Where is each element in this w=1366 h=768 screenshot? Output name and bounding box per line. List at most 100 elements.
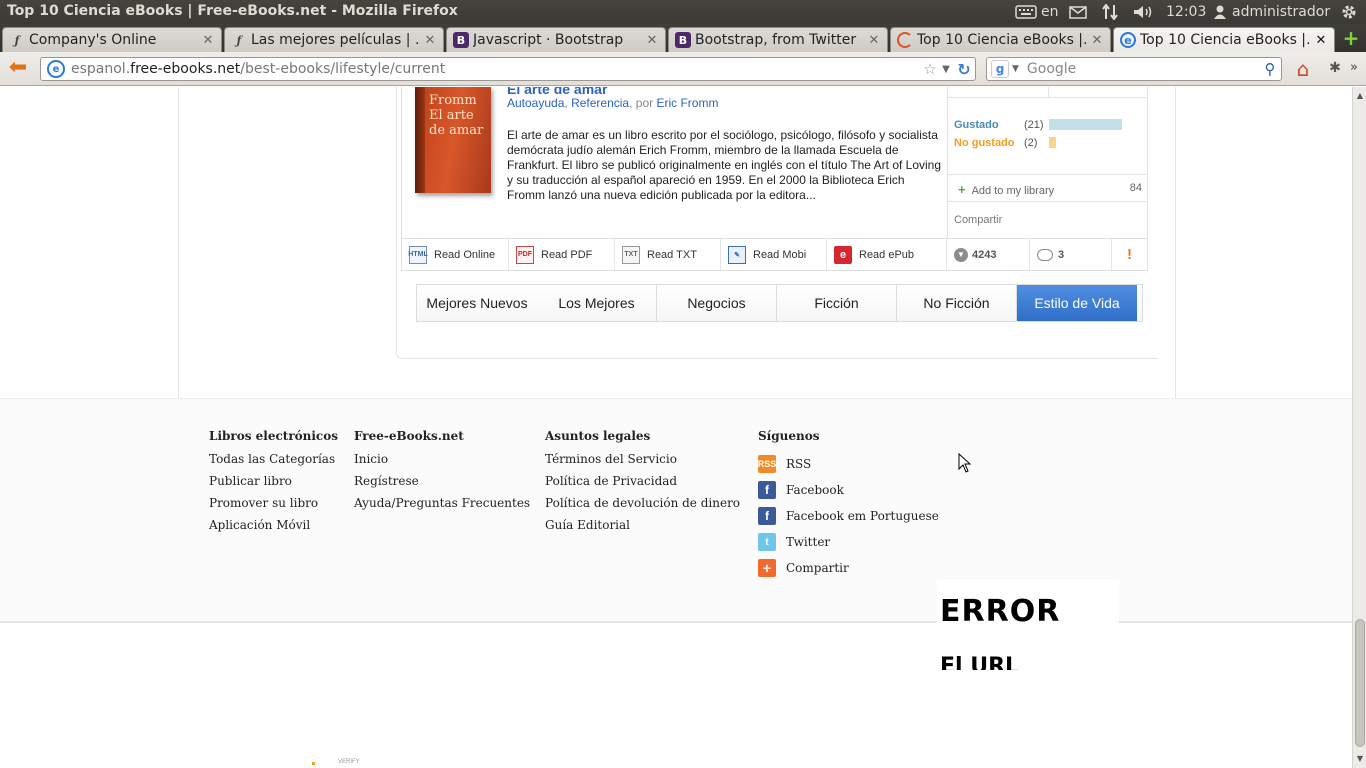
mouse-cursor-icon	[958, 453, 972, 473]
footer-heading: Asuntos legales	[545, 429, 651, 443]
google-icon[interactable]: g	[991, 60, 1009, 78]
scroll-down-arrow-icon[interactable]: ▼	[1353, 752, 1366, 766]
liked-vote[interactable]: Gustado (21)	[954, 119, 1122, 131]
disliked-bar	[1049, 137, 1056, 148]
bootstrap-icon: B	[675, 32, 691, 48]
vertical-scrollbar[interactable]: ▲ ▼	[1352, 87, 1366, 768]
tab-label: Bootstrap, from Twitter	[695, 32, 857, 48]
new-tab-plus-icon[interactable]: +	[1340, 28, 1362, 48]
error-overlay: ERROR El URL	[937, 580, 1119, 670]
footer-link[interactable]: Aplicación Móvil	[209, 517, 338, 539]
close-tab-icon[interactable]: ✕	[201, 33, 215, 48]
scroll-up-arrow-icon[interactable]: ▲	[1353, 89, 1366, 103]
footer-col-ebooks: Libros electrónicos Todas las Categorías…	[209, 429, 338, 539]
user-name[interactable]: administrador	[1232, 3, 1330, 21]
settings-gear-icon[interactable]	[1340, 3, 1358, 21]
browser-tab[interactable]: Top 10 Ciencia eBooks |… ✕	[890, 27, 1111, 52]
volume-icon[interactable]	[1132, 3, 1154, 21]
download-icon: ▼	[954, 247, 968, 262]
read-txt-button[interactable]: TXT Read TXT	[615, 239, 721, 270]
social-link-share[interactable]: + Compartir	[758, 555, 939, 581]
footer-link[interactable]: Política de Privacidad	[545, 473, 740, 495]
author-link[interactable]: Eric Fromm	[656, 96, 718, 110]
close-tab-icon[interactable]: ✕	[423, 33, 437, 48]
social-link-twitter[interactable]: t Twitter	[758, 529, 939, 555]
close-tab-icon[interactable]: ✕	[867, 33, 881, 48]
verify-seal[interactable]: VERIFY	[312, 759, 372, 768]
facebook-icon: f	[758, 481, 776, 499]
tab-mejores-nuevos[interactable]: Mejores Nuevos	[417, 285, 537, 321]
comments-stat[interactable]: 3	[1030, 239, 1112, 270]
close-tab-icon[interactable]: ✕	[645, 33, 659, 48]
report-button[interactable]: !	[1112, 239, 1147, 270]
search-input[interactable]: Google	[1027, 61, 1259, 77]
url-text[interactable]: espanol.free-ebooks.net/best-ebooks/life…	[71, 61, 921, 77]
browser-tab[interactable]: B Javascript · Bootstrap ✕	[446, 27, 666, 52]
social-link-facebook-pt[interactable]: f Facebook em Portuguese	[758, 503, 939, 529]
close-tab-icon[interactable]: ✕	[1314, 33, 1328, 48]
page-viewport: Fromm El arte de amar El arte de amar Au…	[0, 87, 1352, 768]
footer-link[interactable]: Regístrese	[354, 473, 530, 495]
tab-label: Javascript · Bootstrap	[473, 32, 624, 48]
social-link-facebook[interactable]: f Facebook	[758, 477, 939, 503]
bootstrap-icon: B	[453, 32, 469, 48]
overflow-chevron-icon[interactable]: »	[1350, 60, 1364, 75]
tab-los-mejores[interactable]: Los Mejores	[537, 285, 657, 321]
footer-col-site: Free-eBooks.net Inicio Regístrese Ayuda/…	[354, 429, 530, 517]
url-history-dropdown-icon[interactable]: ▼	[939, 64, 953, 75]
search-bar[interactable]: g ▼ Google ⚲	[986, 57, 1282, 81]
tab-label: Top 10 Ciencia eBooks |…	[917, 32, 1086, 48]
user-icon[interactable]	[1214, 3, 1226, 21]
read-pdf-button[interactable]: PDF Read PDF	[509, 239, 615, 270]
reload-icon[interactable]: ↻	[953, 60, 975, 79]
footer-link[interactable]: Política de devolución de dinero	[545, 495, 740, 517]
close-tab-icon[interactable]: ✕	[1090, 33, 1104, 48]
scrollbar-thumb[interactable]	[1355, 619, 1365, 747]
bookmark-star-icon[interactable]: ☆	[921, 60, 939, 78]
tab-label: Company's Online	[29, 32, 157, 48]
site-footer: Libros electrónicos Todas las Categorías…	[0, 398, 1352, 623]
read-mobi-label: Read Mobi	[753, 248, 807, 261]
browser-tab-active[interactable]: e Top 10 Ciencia eBooks |… ✕	[1113, 27, 1335, 52]
footer-link[interactable]: Promover su libro	[209, 495, 338, 517]
share-link[interactable]: Compartir	[954, 214, 1002, 226]
browser-tab[interactable]: B Bootstrap, from Twitter ✕	[668, 27, 888, 52]
footer-link[interactable]: Inicio	[354, 451, 530, 473]
home-icon[interactable]: ⌂	[1291, 58, 1315, 80]
book-cover[interactable]: Fromm El arte de amar	[415, 87, 491, 193]
category-link[interactable]: Autoayuda	[507, 96, 564, 110]
search-magnifier-icon[interactable]: ⚲	[1259, 60, 1281, 78]
tab-estilo-de-vida[interactable]: Estilo de Vida	[1017, 285, 1137, 321]
footer-link[interactable]: Guía Editorial	[545, 517, 740, 539]
read-epub-button[interactable]: e Read ePub	[827, 239, 947, 270]
category-link[interactable]: Referencia	[571, 96, 629, 110]
footer-link[interactable]: Términos del Servicio	[545, 451, 740, 473]
clock[interactable]: 12:03	[1166, 3, 1206, 21]
liked-bar	[1049, 119, 1122, 130]
tab-negocios[interactable]: Negocios	[657, 285, 777, 321]
footer-link[interactable]: Publicar libro	[209, 473, 338, 495]
add-to-library-button[interactable]: + Add to my library 84	[948, 174, 1148, 202]
site-identity-icon[interactable]: e	[47, 60, 65, 78]
network-icon[interactable]	[1101, 3, 1119, 21]
book-side-panel: Gustado (21) No gustado (2) + Add to my l…	[947, 87, 1148, 238]
keyboard-icon[interactable]	[1015, 3, 1037, 21]
keyboard-layout-indicator[interactable]: en	[1041, 3, 1059, 21]
search-engine-dropdown-icon[interactable]: ▼	[1012, 64, 1019, 74]
disliked-count: (2)	[1024, 137, 1038, 149]
read-online-button[interactable]: HTML Read Online	[402, 239, 509, 270]
tab-ficcion[interactable]: Ficción	[777, 285, 897, 321]
browser-tab[interactable]: ƒ Company's Online ✕	[2, 27, 222, 52]
tab-no-ficcion[interactable]: No Ficción	[897, 285, 1017, 321]
browser-tab[interactable]: ƒ Las mejores películas | … ✕	[224, 27, 444, 52]
disliked-vote[interactable]: No gustado (2)	[954, 137, 1056, 149]
footer-link[interactable]: Ayuda/Preguntas Frecuentes	[354, 495, 530, 517]
footer-link[interactable]: Todas las Categorías	[209, 451, 338, 473]
social-link-rss[interactable]: RSS RSS	[758, 451, 939, 477]
back-arrow-icon[interactable]: ⬅	[6, 57, 30, 80]
error-message: El URL	[940, 654, 1020, 670]
read-mobi-button[interactable]: ✎ Read Mobi	[721, 239, 827, 270]
url-bar[interactable]: e espanol.free-ebooks.net/best-ebooks/li…	[40, 57, 976, 81]
mail-icon[interactable]	[1069, 3, 1087, 21]
extension-icon[interactable]: ✱	[1325, 60, 1345, 78]
